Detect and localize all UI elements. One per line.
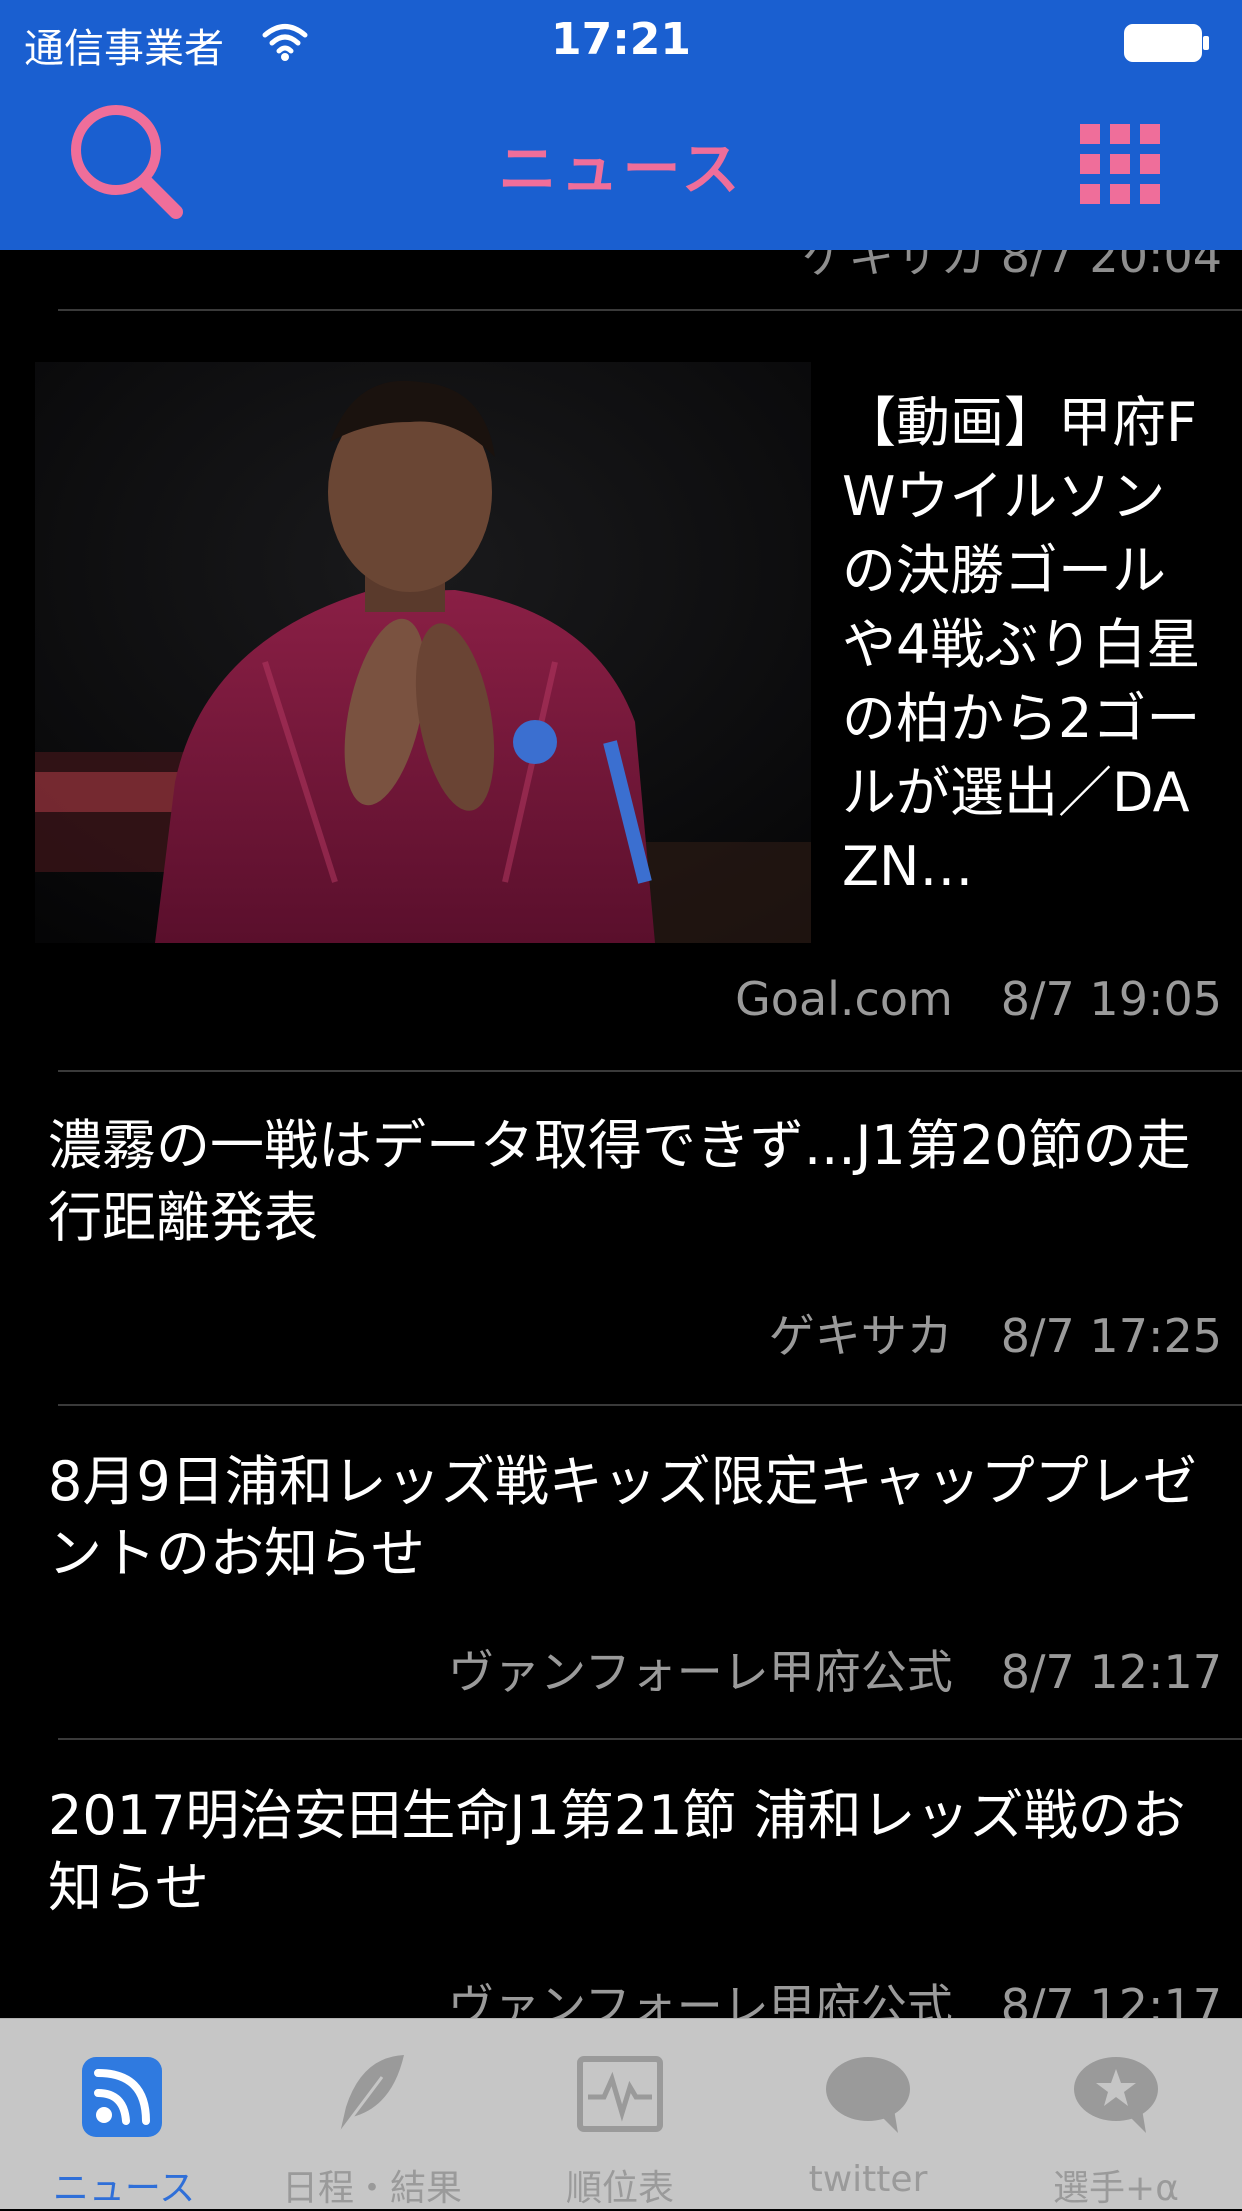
featured-article[interactable]: 【動画】甲府FWウイルソンの決勝ゴールや4戦ぶり白星の柏から2ゴールが選出／DA… — [0, 362, 1242, 1026]
list-item[interactable]: 濃霧の一戦はデータ取得できず...J1第20節の走行距離発表 ゲキサカ 8/7 1… — [0, 1110, 1242, 1400]
speech-bubble-icon — [826, 2057, 910, 2133]
tab-news[interactable]: ニュース — [0, 2019, 248, 2209]
tab-label: 日程・結果 — [281, 2168, 462, 2209]
status-bar: 通信事業者 17:21 — [0, 0, 1242, 84]
article-time: 8/7 17:25 — [1000, 1309, 1222, 1363]
grid-menu-icon[interactable] — [1080, 124, 1160, 204]
list-item[interactable]: 8月9日浦和レッズ戦キッズ限定キャッププレゼントのお知らせ ヴァンフォーレ甲府公… — [0, 1446, 1242, 1736]
tab-label: ニュース — [52, 2168, 196, 2209]
divider — [58, 1070, 1242, 1072]
article-title: 【動画】甲府FWウイルソンの決勝ゴールや4戦ぶり白星の柏から2ゴールが選出／DA… — [842, 391, 1201, 898]
article-time: 8/7 12:17 — [1000, 1979, 1222, 2018]
divider — [58, 1738, 1242, 1740]
list-item[interactable]: 2017明治安田生命J1第21節 浦和レッズ戦のお知らせ ヴァンフォーレ甲府公式… — [0, 1780, 1242, 2018]
battery-icon — [1124, 24, 1209, 62]
article-meta: Goal.com 8/7 19:05 — [735, 972, 1222, 1026]
tab-schedule[interactable]: 日程・結果 — [248, 2019, 496, 2209]
article-source: ゲキサカ — [768, 1309, 953, 1363]
article-thumbnail — [35, 362, 811, 943]
article-source: ヴァンフォーレ甲府公式 — [448, 1645, 953, 1699]
quill-icon — [338, 2055, 404, 2134]
article-title: 2017明治安田生命J1第21節 浦和レッズ戦のお知らせ — [48, 1784, 1186, 1919]
article-source: ヴァンフォーレ甲府公式 — [448, 1979, 953, 2018]
article-meta: ヴァンフォーレ甲府公式 8/7 12:17 — [448, 1636, 1222, 1702]
news-list[interactable]: ゲキサカ 8/7 20:04 【動画】甲府FWウイルソンの決勝ゴールや4戦ぶり白… — [0, 250, 1242, 2018]
article-title: 濃霧の一戦はデータ取得できず...J1第20節の走行距離発表 — [48, 1114, 1191, 1249]
status-time: 17:21 — [550, 14, 692, 65]
tab-label: 順位表 — [565, 2168, 674, 2209]
tab-twitter[interactable]: twitter — [744, 2019, 992, 2209]
tab-bar: ニュース 日程・結果 順位表 twitter 選手+α — [0, 2018, 1242, 2209]
navigation-bar: 通信事業者 17:21 ニュース — [0, 0, 1242, 250]
tab-label: twitter — [808, 2159, 928, 2200]
article-time: 8/7 19:05 — [1000, 972, 1222, 1026]
tab-label: 選手+α — [1053, 2168, 1179, 2209]
divider — [58, 309, 1242, 311]
tab-standings[interactable]: 順位表 — [496, 2019, 744, 2209]
article-source: Goal.com — [735, 972, 953, 1026]
tab-players[interactable]: 選手+α — [992, 2019, 1240, 2209]
rss-icon — [82, 2057, 162, 2137]
article-meta: ゲキサカ 8/7 17:25 — [769, 1300, 1222, 1366]
star-bubble-icon — [1074, 2057, 1158, 2133]
page-title: ニュース — [498, 135, 744, 203]
article-time: 8/7 12:17 — [1000, 1645, 1222, 1699]
chart-icon — [577, 2056, 663, 2132]
divider — [58, 1404, 1242, 1406]
partial-list-item-meta: ゲキサカ 8/7 20:04 — [802, 250, 1222, 283]
article-title: 8月9日浦和レッズ戦キッズ限定キャッププレゼントのお知らせ — [48, 1450, 1197, 1585]
article-meta: ヴァンフォーレ甲府公式 8/7 12:17 — [448, 1970, 1222, 2018]
